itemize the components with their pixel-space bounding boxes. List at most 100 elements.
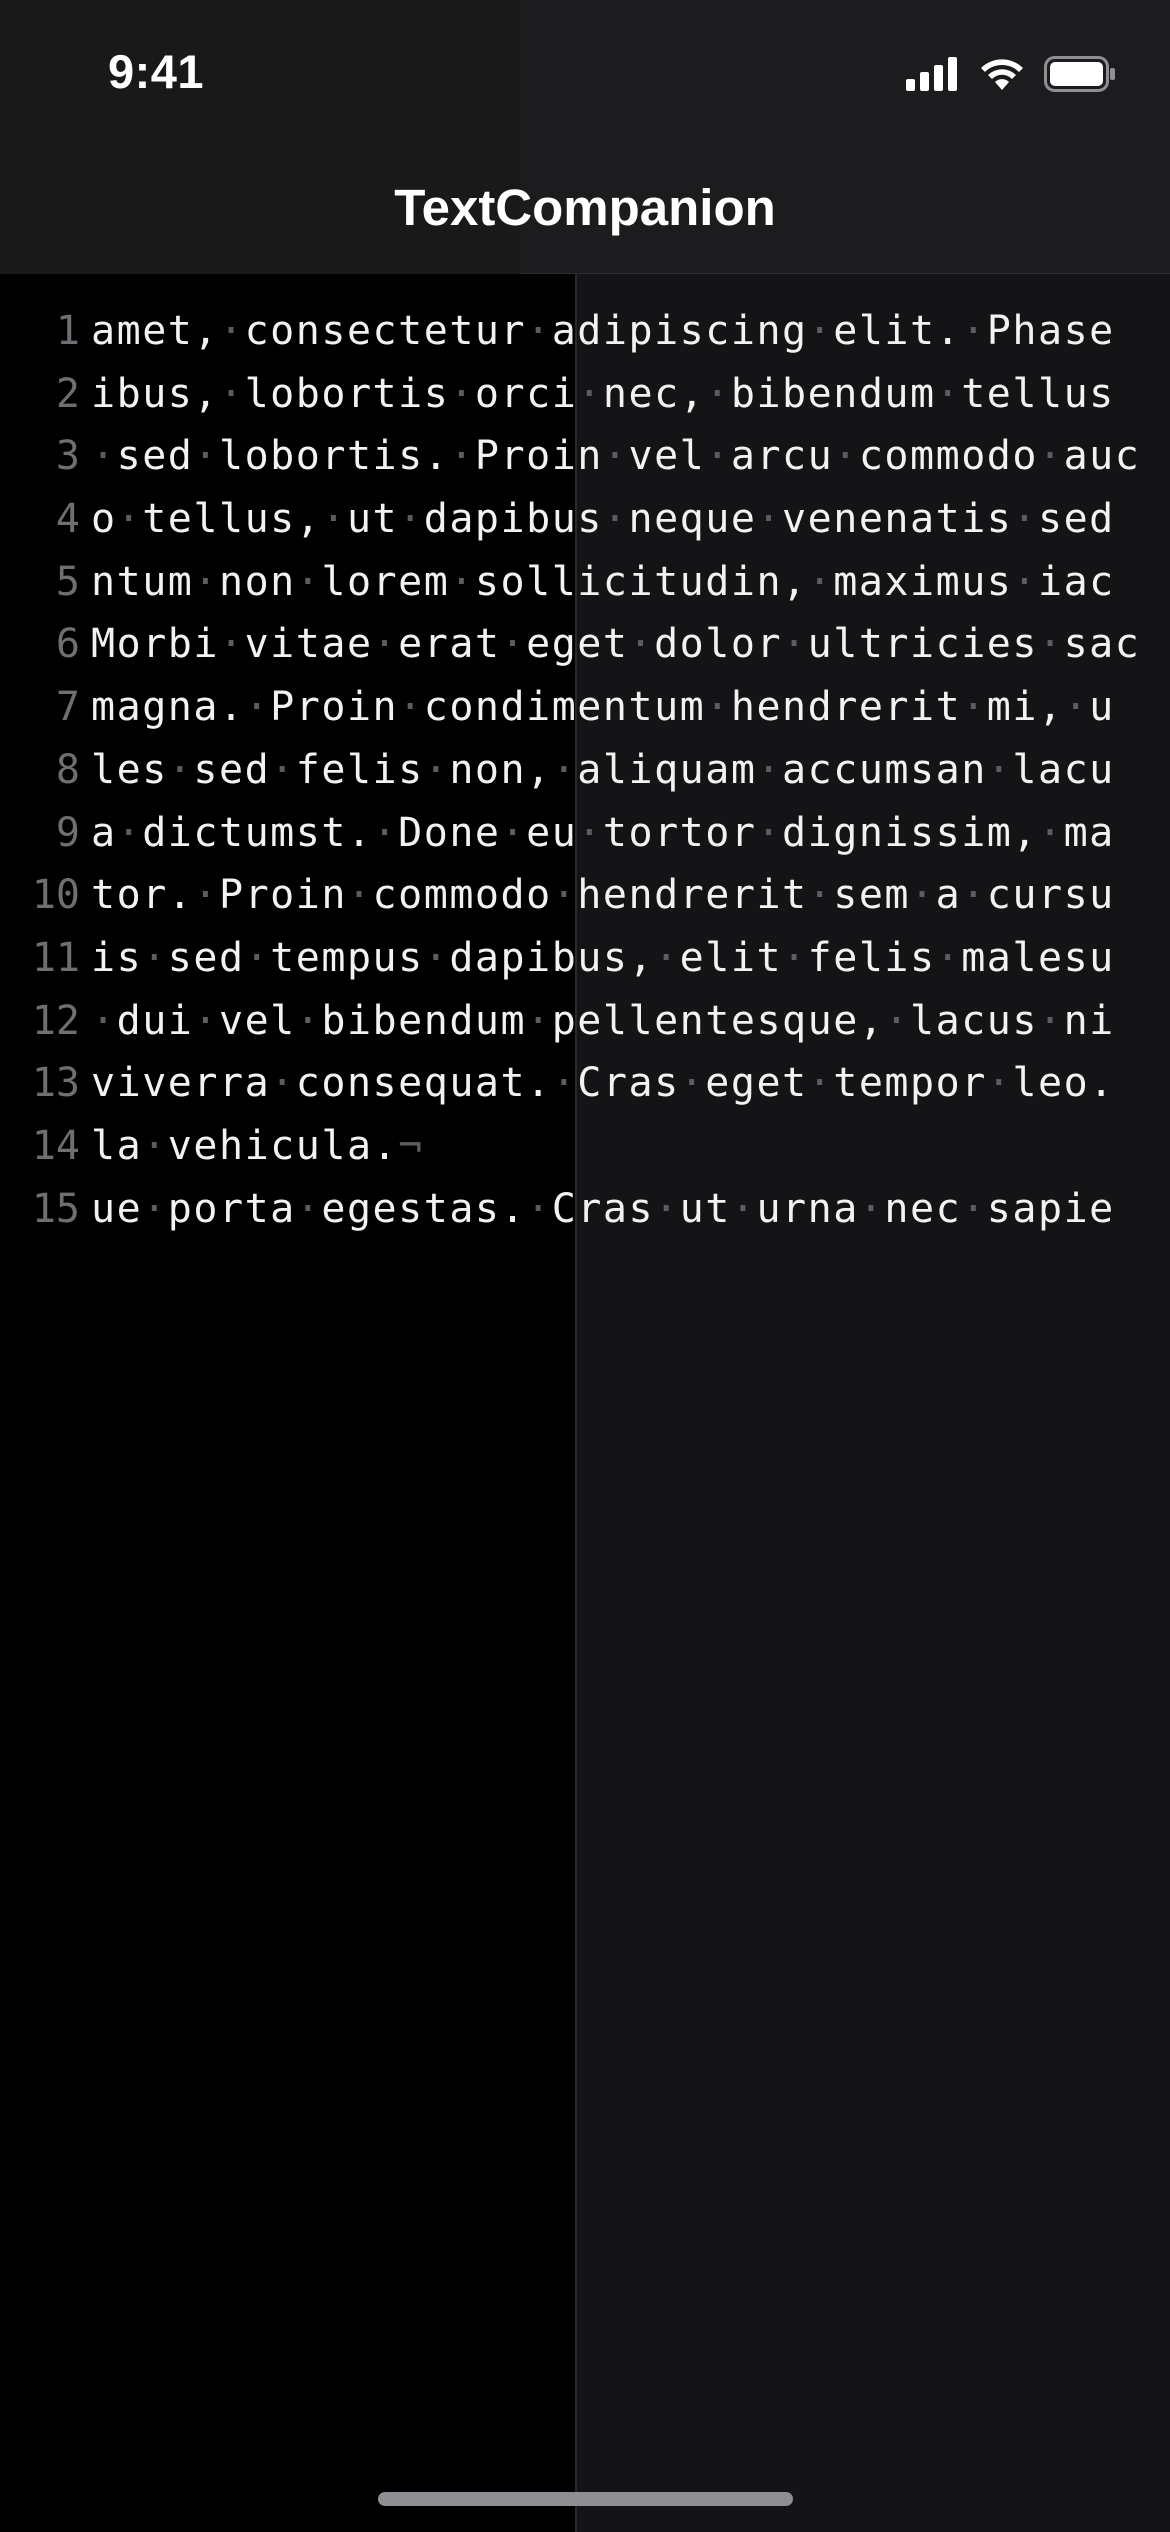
line-text[interactable]: la·vehicula.¬ bbox=[91, 1115, 424, 1177]
editor-line[interactable]: 11 is·sed·tempus·dapibus,·elit·felis·male… bbox=[0, 927, 1170, 990]
whitespace-marker: · bbox=[961, 308, 987, 354]
whitespace-marker: · bbox=[654, 934, 680, 981]
editor-line[interactable]: 14 la·vehicula.¬ bbox=[0, 1115, 1170, 1178]
line-text[interactable]: magna.·Proin·condimentum·hendrerit·mi,·u bbox=[91, 676, 1115, 738]
line-text[interactable]: viverra·consequat.·Cras·eget·tempor·leo. bbox=[91, 1052, 1115, 1114]
line-number: 12 bbox=[31, 997, 80, 1044]
whitespace-marker: · bbox=[167, 746, 194, 793]
line-number: 1 bbox=[55, 308, 80, 354]
whitespace-marker: · bbox=[1037, 621, 1064, 668]
whitespace-marker: · bbox=[193, 433, 219, 480]
line-text[interactable]: o·tellus,·ut·dapibus·neque·venenatis·sed bbox=[91, 488, 1115, 550]
whitespace-marker: · bbox=[295, 997, 322, 1044]
line-text[interactable]: tor.·Proin·commodo·hendrerit·sem·a·cursu bbox=[91, 864, 1115, 926]
line-text[interactable]: amet,·consectetur·adipiscing·elit.·Phase bbox=[91, 300, 1115, 362]
whitespace-marker: · bbox=[193, 872, 219, 919]
line-number: 9 bbox=[55, 809, 80, 856]
editor-line[interactable]: 1 amet,·consectetur·adipiscing·elit.·Phas… bbox=[0, 300, 1170, 363]
editor-line[interactable]: 4 o·tellus,·ut·dapibus·neque·venenatis·se… bbox=[0, 488, 1170, 551]
whitespace-marker: · bbox=[116, 496, 143, 543]
whitespace-marker: · bbox=[423, 746, 450, 793]
whitespace-marker: · bbox=[142, 934, 168, 981]
whitespace-marker: · bbox=[986, 746, 1013, 793]
whitespace-marker: · bbox=[1037, 997, 1064, 1044]
whitespace-marker: · bbox=[961, 1185, 987, 1232]
line-number: 13 bbox=[31, 1060, 80, 1107]
editor-line[interactable]: 3 ·sed·lobortis.·Proin·vel·arcu·commodo·a… bbox=[0, 425, 1170, 488]
line-text[interactable]: ue·porta·egestas.·Cras·ut·urna·nec·sapie bbox=[91, 1178, 1115, 1240]
line-text[interactable]: is·sed·tempus·dapibus,·elit·felis·malesu bbox=[91, 927, 1115, 989]
whitespace-marker: · bbox=[193, 997, 219, 1044]
line-number: 2 bbox=[55, 370, 80, 417]
editor-line[interactable]: 7 magna.·Proin·condimentum·hendrerit·mi,·… bbox=[0, 676, 1170, 739]
screen: 9:41 TextCompanion 1 amet,·consectetur·a… bbox=[0, 0, 1170, 2532]
whitespace-marker: · bbox=[193, 558, 219, 605]
whitespace-marker: · bbox=[526, 308, 552, 354]
line-text[interactable]: a·dictumst.·Done·eu·tortor·dignissim,·ma bbox=[91, 802, 1115, 864]
whitespace-marker: · bbox=[91, 997, 117, 1044]
whitespace-marker: · bbox=[142, 1185, 168, 1232]
whitespace-marker: · bbox=[858, 1185, 885, 1232]
wifi-icon bbox=[978, 56, 1026, 97]
line-text[interactable]: ibus,·lobortis·orci·nec,·bibendum·tellus bbox=[91, 363, 1115, 425]
whitespace-marker: · bbox=[295, 1185, 322, 1232]
line-text[interactable]: ntum·non·lorem·sollicitudin,·maximus·iac bbox=[91, 551, 1115, 613]
text-editor[interactable]: 1 amet,·consectetur·adipiscing·elit.·Phas… bbox=[0, 300, 1170, 1240]
whitespace-marker: · bbox=[295, 558, 322, 605]
editor-line[interactable]: 13 viverra·consequat.·Cras·eget·tempor·le… bbox=[0, 1052, 1170, 1115]
line-number: 10 bbox=[31, 872, 80, 919]
line-text[interactable]: ·sed·lobortis.·Proin·vel·arcu·commodo·au… bbox=[91, 425, 1140, 487]
editor-line[interactable]: 15 ue·porta·egestas.·Cras·ut·urna·nec·sap… bbox=[0, 1178, 1170, 1241]
whitespace-marker: · bbox=[270, 746, 296, 793]
whitespace-marker: · bbox=[935, 370, 962, 417]
whitespace-marker: · bbox=[218, 370, 245, 417]
editor-line[interactable]: 10 tor.·Proin·commodo·hendrerit·sem·a·cur… bbox=[0, 864, 1170, 927]
whitespace-marker: · bbox=[526, 997, 552, 1044]
whitespace-marker: · bbox=[679, 1060, 706, 1107]
whitespace-marker: · bbox=[218, 621, 245, 668]
whitespace-marker: · bbox=[807, 1060, 834, 1107]
editor-line[interactable]: 2 ibus,·lobortis·orci·nec,·bibendum·tellu… bbox=[0, 363, 1170, 426]
whitespace-marker: · bbox=[730, 1185, 757, 1232]
whitespace-marker: · bbox=[423, 934, 450, 981]
whitespace-marker: · bbox=[884, 997, 910, 1044]
line-text[interactable]: Morbi·vitae·erat·eget·dolor·ultricies·sa… bbox=[91, 613, 1140, 675]
whitespace-marker: · bbox=[372, 809, 399, 856]
nav-title: TextCompanion bbox=[394, 179, 776, 236]
line-number: 5 bbox=[55, 558, 80, 605]
whitespace-marker: · bbox=[628, 621, 655, 668]
line-end-marker: ¬ bbox=[398, 1122, 424, 1169]
line-number: 11 bbox=[31, 934, 80, 981]
line-number: 14 bbox=[31, 1122, 80, 1169]
home-indicator[interactable] bbox=[378, 2492, 793, 2506]
whitespace-marker: · bbox=[756, 809, 783, 856]
whitespace-marker: · bbox=[398, 684, 424, 731]
cellular-signal-icon bbox=[906, 57, 960, 96]
editor-line[interactable]: 9 a·dictumst.·Done·eu·tortor·dignissim,·m… bbox=[0, 802, 1170, 865]
editor-line[interactable]: 5 ntum·non·lorem·sollicitudin,·maximus·ia… bbox=[0, 551, 1170, 614]
whitespace-marker: · bbox=[551, 872, 578, 919]
battery-icon bbox=[1044, 56, 1116, 97]
whitespace-marker: · bbox=[961, 872, 987, 919]
whitespace-marker: · bbox=[807, 558, 834, 605]
line-text[interactable]: ·dui·vel·bibendum·pellentesque,·lacus·ni bbox=[91, 990, 1115, 1052]
whitespace-marker: · bbox=[1063, 684, 1090, 731]
whitespace-marker: · bbox=[782, 621, 808, 668]
top-bar: 9:41 TextCompanion bbox=[0, 0, 1170, 274]
editor-line[interactable]: 8 les·sed·felis·non,·aliquam·accumsan·lac… bbox=[0, 739, 1170, 802]
whitespace-marker: · bbox=[321, 496, 347, 543]
line-text[interactable]: les·sed·felis·non,·aliquam·accumsan·lacu bbox=[91, 739, 1115, 801]
whitespace-marker: · bbox=[986, 1060, 1013, 1107]
whitespace-marker: · bbox=[807, 308, 834, 354]
editor-line[interactable]: 6 Morbi·vitae·erat·eget·dolor·ultricies·s… bbox=[0, 613, 1170, 676]
status-time: 9:41 bbox=[108, 45, 205, 98]
editor-line[interactable]: 12 ·dui·vel·bibendum·pellentesque,·lacus·… bbox=[0, 990, 1170, 1053]
whitespace-marker: · bbox=[705, 433, 731, 480]
whitespace-marker: · bbox=[705, 370, 731, 417]
line-number: 6 bbox=[55, 621, 80, 668]
whitespace-marker: · bbox=[449, 433, 475, 480]
whitespace-marker: · bbox=[577, 370, 603, 417]
whitespace-marker: · bbox=[756, 496, 783, 543]
whitespace-marker: · bbox=[705, 684, 731, 731]
whitespace-marker: · bbox=[244, 934, 271, 981]
